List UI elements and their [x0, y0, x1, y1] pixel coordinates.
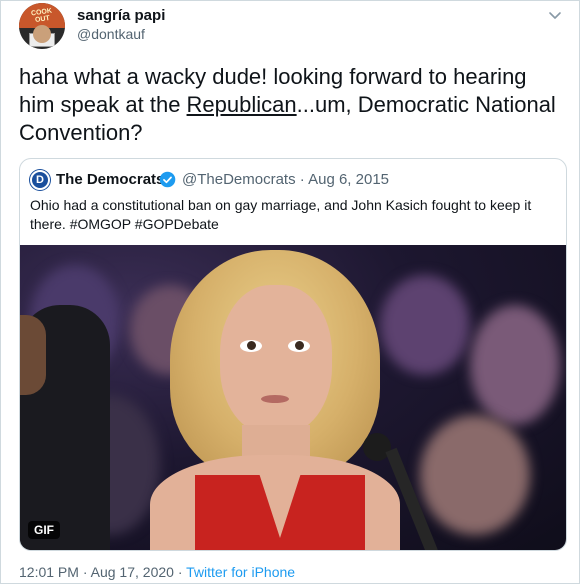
chevron-down-icon[interactable]	[547, 7, 563, 23]
quoted-avatar-letter: D	[36, 174, 44, 186]
footer-time[interactable]: 12:01 PM	[19, 564, 79, 580]
quoted-tweet[interactable]: D The Democrats @TheDemocrats · Aug 6, 2…	[19, 158, 567, 551]
tweet-footer: 12:01 PM · Aug 17, 2020 · Twitter for iP…	[19, 564, 295, 580]
gif-left-face	[20, 315, 46, 395]
quoted-text: Ohio had a constitutional ban on gay mar…	[30, 197, 532, 232]
gif-bg-blob	[470, 305, 560, 425]
author-handle[interactable]: @dontkauf	[77, 26, 145, 42]
gif-bg-blob	[420, 415, 530, 535]
footer-source-link[interactable]: Twitter for iPhone	[186, 564, 295, 580]
quoted-date[interactable]: Aug 6, 2015	[308, 171, 389, 188]
quoted-gif-media[interactable]: GIF	[20, 245, 566, 550]
avatar-face	[33, 25, 51, 43]
gif-mouth	[261, 395, 289, 403]
author-display-name[interactable]: sangría papi	[77, 7, 165, 24]
gif-face	[220, 285, 332, 435]
quoted-display-name[interactable]: The Democrats	[56, 171, 164, 188]
quoted-meta: @TheDemocrats · Aug 6, 2015	[182, 171, 389, 188]
tweet-text: haha what a wacky dude! looking forward …	[19, 63, 567, 147]
footer-separator: ·	[82, 564, 88, 580]
gif-badge: GIF	[28, 521, 60, 539]
tweet-card: COOK OUT sangría papi @dontkauf haha wha…	[0, 0, 580, 584]
footer-separator: ·	[177, 564, 183, 580]
gif-pupil-right	[295, 341, 304, 350]
quoted-separator: ·	[299, 171, 305, 188]
gif-pupil-left	[247, 341, 256, 350]
gif-bg-blob	[380, 275, 470, 375]
verified-badge-icon	[159, 171, 176, 188]
quoted-avatar[interactable]: D	[30, 170, 50, 190]
author-avatar[interactable]: COOK OUT	[19, 3, 65, 49]
footer-date[interactable]: Aug 17, 2020	[91, 564, 174, 580]
tweet-text-struck: Republican	[186, 92, 297, 117]
quoted-handle[interactable]: @TheDemocrats	[182, 171, 296, 188]
